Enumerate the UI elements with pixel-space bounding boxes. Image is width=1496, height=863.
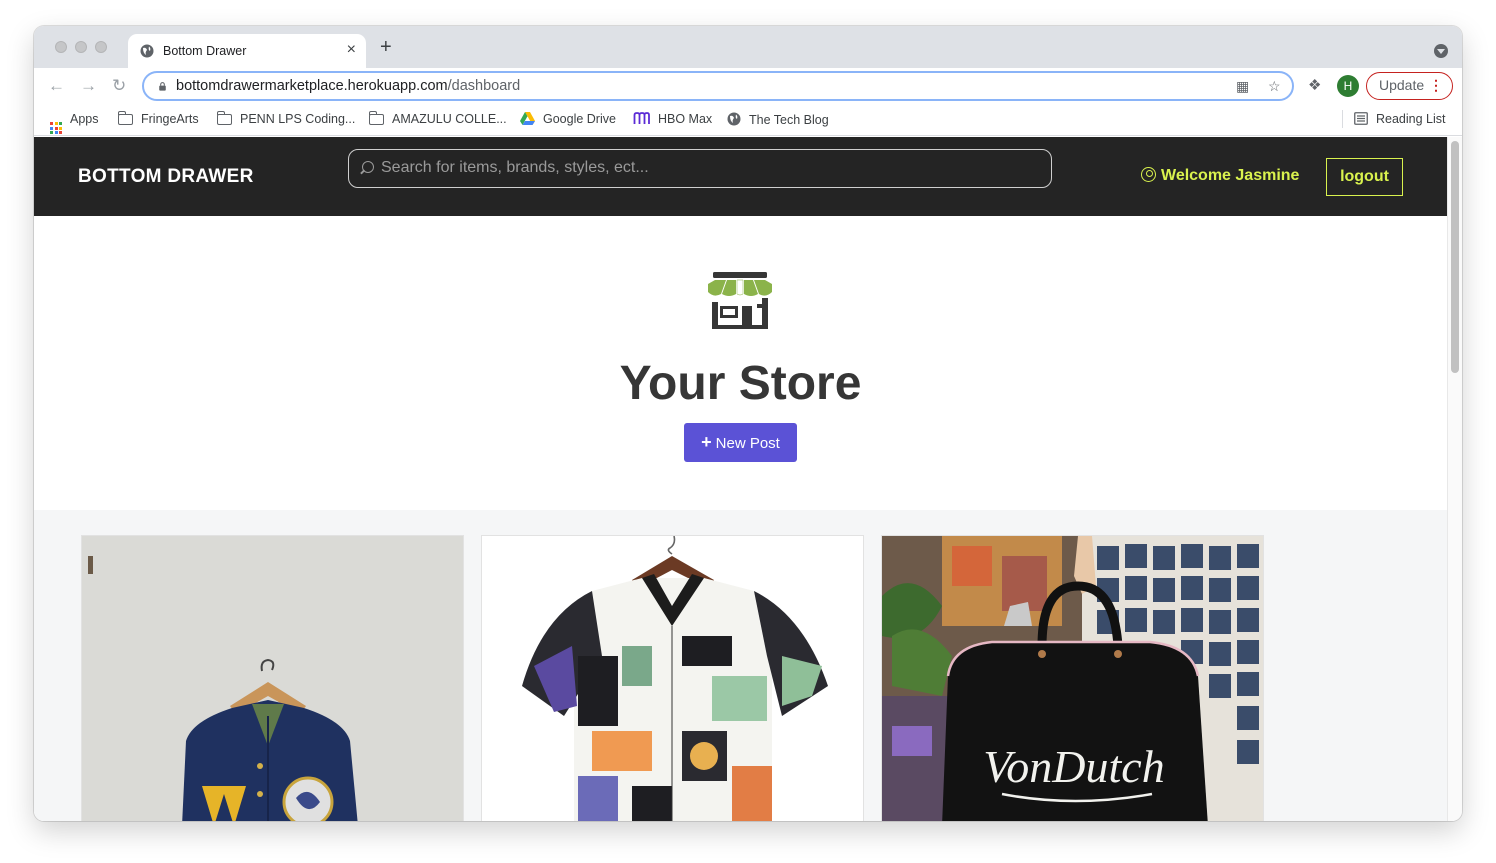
product-card-shirt[interactable] <box>481 535 864 821</box>
update-label: Update <box>1379 77 1425 93</box>
address-bar[interactable]: bottomdrawermarketplace.herokuapp.com/da… <box>142 71 1294 101</box>
plus-icon: + <box>701 432 712 452</box>
bookmark-label: Google Drive <box>543 112 616 126</box>
maximize-window-button[interactable] <box>95 41 107 53</box>
bookmark-label: Apps <box>70 112 99 126</box>
minimize-window-button[interactable] <box>75 41 87 53</box>
bookmark-label: The Tech Blog <box>749 113 829 127</box>
tab-strip: Bottom Drawer × + <box>34 26 1462 68</box>
shirt-image <box>482 536 863 821</box>
reload-icon[interactable]: ↻ <box>112 76 126 96</box>
back-arrow-icon[interactable]: ← <box>48 76 65 96</box>
bookmark-apps[interactable]: Apps <box>50 112 99 134</box>
welcome-user[interactable]: Welcome Jasmine <box>1141 167 1299 185</box>
tab-search-chevron-icon[interactable] <box>1434 44 1448 58</box>
new-tab-button[interactable]: + <box>380 37 392 57</box>
profile-avatar[interactable]: H <box>1337 75 1359 97</box>
url-path: /dashboard <box>447 78 521 94</box>
bookmark-label: HBO Max <box>658 112 713 126</box>
reading-list-label: Reading List <box>1376 112 1446 126</box>
brand-logo[interactable]: BOTTOM DRAWER <box>78 166 254 188</box>
google-drive-icon <box>520 112 535 125</box>
close-tab-icon[interactable]: × <box>347 40 356 60</box>
bag-image: VonDutch <box>882 536 1263 821</box>
bag-logo-text: VonDutch <box>983 741 1164 792</box>
hbo-max-icon <box>633 112 650 124</box>
globe-icon <box>140 44 154 58</box>
reading-list-icon <box>1354 112 1368 125</box>
storefront-icon <box>708 272 772 329</box>
page-title: Your Store <box>619 357 862 410</box>
bookmark-google-drive[interactable]: Google Drive <box>520 112 616 126</box>
tab-title: Bottom Drawer <box>163 44 247 58</box>
search-input[interactable] <box>381 150 1041 186</box>
search-bar <box>348 149 1052 188</box>
scrollbar-thumb[interactable] <box>1451 141 1459 373</box>
welcome-text: Welcome Jasmine <box>1161 167 1300 184</box>
url-text: bottomdrawermarketplace.herokuapp.com/da… <box>176 78 520 94</box>
product-card-bag[interactable]: VonDutch <box>881 535 1264 821</box>
forward-arrow-icon[interactable]: → <box>80 76 97 96</box>
bookmarks-divider <box>1342 110 1343 128</box>
qr-code-icon[interactable]: ▦ <box>1236 78 1249 95</box>
product-card-jacket[interactable] <box>81 535 464 821</box>
folder-icon <box>216 111 232 125</box>
folder-icon <box>368 111 384 125</box>
reading-list-button[interactable]: Reading List <box>1354 112 1446 126</box>
page-scrollbar[interactable] <box>1447 137 1462 821</box>
more-menu-icon: ⋮ <box>1429 77 1443 93</box>
logout-button[interactable]: logout <box>1326 158 1403 196</box>
bookmarks-bar: Apps FringeArts PENN LPS Coding... AMAZU… <box>34 104 1462 136</box>
bookmark-amazulu[interactable]: AMAZULU COLLE... <box>368 111 507 126</box>
bookmark-star-icon[interactable]: ☆ <box>1268 78 1281 95</box>
browser-toolbar: ← → ↻ bottomdrawermarketplace.herokuapp.… <box>34 68 1462 104</box>
bookmark-penn-lps[interactable]: PENN LPS Coding... <box>216 111 356 126</box>
bookmark-fringearts[interactable]: FringeArts <box>117 111 199 126</box>
bookmark-label: FringeArts <box>141 112 199 126</box>
close-window-button[interactable] <box>55 41 67 53</box>
extensions-puzzle-icon[interactable]: ❖ <box>1308 76 1321 94</box>
search-icon <box>362 161 374 173</box>
browser-window: Bottom Drawer × + ← → ↻ bottomdrawermark… <box>34 26 1462 821</box>
bookmark-hbo-max[interactable]: HBO Max <box>633 112 712 126</box>
apps-grid-icon <box>50 122 62 134</box>
url-host: bottomdrawermarketplace.herokuapp.com <box>176 78 448 94</box>
globe-icon <box>727 112 741 126</box>
bookmark-label: AMAZULU COLLE... <box>392 112 507 126</box>
site-header: BOTTOM DRAWER Welcome Jasmine logout <box>34 137 1447 216</box>
user-circle-icon <box>1141 167 1156 182</box>
new-post-label: New Post <box>715 435 780 452</box>
folder-icon <box>117 111 133 125</box>
tab-bottom-drawer[interactable]: Bottom Drawer × <box>128 34 366 68</box>
update-button[interactable]: Update ⋮ <box>1366 72 1453 100</box>
product-grid: VonDutch <box>34 510 1447 821</box>
bookmark-label: PENN LPS Coding... <box>240 112 356 126</box>
bookmark-tech-blog[interactable]: The Tech Blog <box>727 112 829 127</box>
lock-icon <box>159 82 166 91</box>
jacket-image <box>82 536 463 821</box>
new-post-button[interactable]: + New Post <box>684 423 797 462</box>
page-viewport: BOTTOM DRAWER Welcome Jasmine logout You… <box>34 137 1447 821</box>
